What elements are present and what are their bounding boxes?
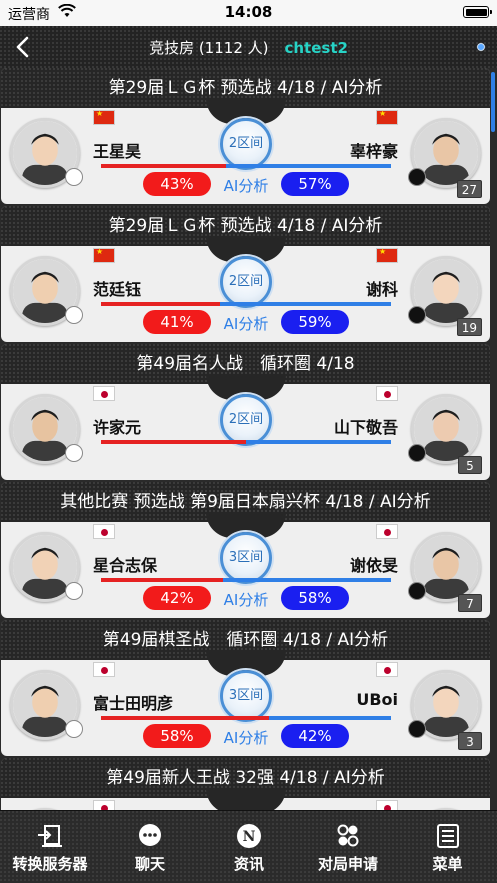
black-stone-icon bbox=[408, 306, 426, 324]
ai-analysis-label[interactable]: AI分析 bbox=[211, 175, 281, 196]
switch-server-icon bbox=[38, 825, 62, 847]
white-flag-icon bbox=[376, 800, 398, 810]
tab-label: 资讯 bbox=[233, 855, 264, 873]
user-name: chtest2 bbox=[284, 39, 348, 57]
tab-chat[interactable]: 聊天 bbox=[100, 811, 200, 883]
move-count-badge: 19 bbox=[456, 318, 482, 336]
black-win-rate-fill bbox=[101, 716, 270, 720]
tab-match-request[interactable]: 对局申请 bbox=[298, 811, 398, 883]
black-player-name: 许家元 bbox=[93, 418, 142, 437]
black-player-name: 富士田明彦 bbox=[93, 694, 174, 713]
white-stone-icon bbox=[65, 168, 83, 186]
white-win-rate: 42% bbox=[281, 724, 349, 748]
white-win-rate: 59% bbox=[281, 310, 349, 334]
win-rate-bar bbox=[101, 716, 391, 720]
clock: 14:08 bbox=[224, 3, 273, 21]
black-flag-icon bbox=[93, 524, 115, 539]
game-card[interactable]: 第49届新人王战 32强 4/18 / AI分析 bbox=[1, 758, 490, 810]
title-notch bbox=[206, 788, 286, 810]
tab-switch-server[interactable]: 转换服务器 bbox=[0, 811, 100, 883]
tab-bar: 转换服务器 聊天 N 资讯 对局申请 菜单 bbox=[0, 810, 497, 883]
news-icon: N bbox=[237, 824, 261, 848]
white-player-name: 谢依旻 bbox=[349, 556, 398, 575]
win-rate-bar bbox=[101, 164, 391, 168]
win-rate-bar bbox=[101, 440, 391, 444]
black-player-name: 范廷钰 bbox=[93, 280, 142, 299]
room-badge[interactable]: 2区间 bbox=[220, 256, 272, 308]
black-flag-icon bbox=[93, 800, 115, 810]
black-win-rate: 42% bbox=[143, 586, 211, 610]
black-stone-icon bbox=[408, 444, 426, 462]
menu-icon bbox=[436, 824, 459, 848]
room-badge[interactable]: 3区间 bbox=[220, 532, 272, 584]
ai-analysis-label[interactable]: AI分析 bbox=[211, 589, 281, 610]
game-card[interactable]: 第49届棋圣战 循环圈 4/18 / AI分析 3区间 富士田明彦 UBoi 58% AI… bbox=[1, 620, 490, 756]
game-card[interactable]: 第49届名人战 循环圈 4/18 2区间 许家元 山下敬吾 5 bbox=[1, 344, 490, 480]
black-win-rate-fill bbox=[101, 302, 220, 306]
white-player-name: 谢科 bbox=[365, 280, 398, 299]
tab-label: 菜单 bbox=[432, 855, 463, 873]
white-player-name: 山下敬吾 bbox=[333, 418, 398, 437]
white-flag-icon bbox=[376, 662, 398, 677]
white-win-rate: 57% bbox=[281, 172, 349, 196]
black-win-rate: 58% bbox=[143, 724, 211, 748]
game-card[interactable]: 第29届ＬＧ杯 预选战 4/18 / AI分析2区间王星昊辜梓豪43%AI分析5… bbox=[1, 68, 490, 204]
black-win-rate-fill bbox=[101, 440, 246, 444]
black-flag-icon bbox=[93, 662, 115, 677]
chat-icon bbox=[139, 824, 161, 846]
tab-label: 对局申请 bbox=[317, 855, 378, 873]
black-player-name: 王星昊 bbox=[93, 142, 142, 161]
tab-menu[interactable]: 菜单 bbox=[398, 811, 497, 883]
move-count-badge: 7 bbox=[458, 594, 482, 612]
room-badge[interactable]: 2区间 bbox=[220, 394, 272, 446]
white-stone-icon bbox=[65, 444, 83, 462]
black-player-name: 星合志保 bbox=[93, 556, 158, 575]
tab-label: 转换服务器 bbox=[12, 855, 88, 873]
black-flag-icon bbox=[93, 386, 115, 401]
white-stone-icon bbox=[65, 306, 83, 324]
black-stone-icon bbox=[408, 582, 426, 600]
black-stone-icon bbox=[408, 168, 426, 186]
nav-bar: 竞技房 (1112 人) chtest2 bbox=[0, 26, 497, 68]
white-player-name: UBoi bbox=[356, 690, 398, 709]
black-flag-icon bbox=[93, 247, 115, 263]
move-count-badge: 3 bbox=[458, 732, 482, 750]
white-flag-icon bbox=[376, 386, 398, 401]
move-count-badge: 27 bbox=[456, 180, 482, 198]
white-win-rate: 58% bbox=[281, 586, 349, 610]
status-dot-icon bbox=[477, 43, 485, 51]
white-flag-icon bbox=[376, 247, 398, 263]
room-title: 竞技房 (1112 人) bbox=[149, 39, 269, 57]
win-rate-bar bbox=[101, 578, 391, 582]
white-stone-icon bbox=[65, 720, 83, 738]
ai-analysis-label[interactable]: AI分析 bbox=[211, 313, 281, 334]
white-player-name: 辜梓豪 bbox=[349, 142, 398, 161]
black-win-rate: 43% bbox=[143, 172, 211, 196]
win-rate-bar bbox=[101, 302, 391, 306]
black-win-rate: 41% bbox=[143, 310, 211, 334]
white-flag-icon bbox=[376, 524, 398, 539]
tab-label: 聊天 bbox=[134, 855, 165, 873]
status-bar: 运营商 14:08 bbox=[0, 0, 497, 26]
nav-title: 竞技房 (1112 人) chtest2 bbox=[0, 37, 497, 58]
game-card[interactable]: 其他比赛 预选战 第9届日本扇兴杯 4/18 / AI分析 3区间 星合志保 谢依旻 4… bbox=[1, 482, 490, 618]
scrollbar[interactable] bbox=[491, 72, 495, 132]
tab-news[interactable]: N 资讯 bbox=[200, 811, 298, 883]
room-badge[interactable]: 2区间 bbox=[220, 118, 272, 170]
game-card[interactable]: 第29届ＬＧ杯 预选战 4/18 / AI分析2区间范廷钰谢科41%AI分析59… bbox=[1, 206, 490, 342]
svg-text:N: N bbox=[243, 829, 256, 845]
room-badge[interactable]: 3区间 bbox=[220, 670, 272, 722]
white-flag-icon bbox=[376, 109, 398, 125]
black-flag-icon bbox=[93, 109, 115, 125]
battery-icon bbox=[463, 6, 492, 18]
black-win-rate-fill bbox=[101, 578, 223, 582]
black-win-rate-fill bbox=[101, 164, 226, 168]
white-stone-icon bbox=[65, 582, 83, 600]
ai-analysis-label[interactable]: AI分析 bbox=[211, 727, 281, 748]
match-request-icon bbox=[337, 824, 359, 847]
move-count-badge: 5 bbox=[458, 456, 482, 474]
game-list[interactable]: 第29届ＬＧ杯 预选战 4/18 / AI分析2区间王星昊辜梓豪43%AI分析5… bbox=[0, 68, 497, 810]
black-stone-icon bbox=[408, 720, 426, 738]
